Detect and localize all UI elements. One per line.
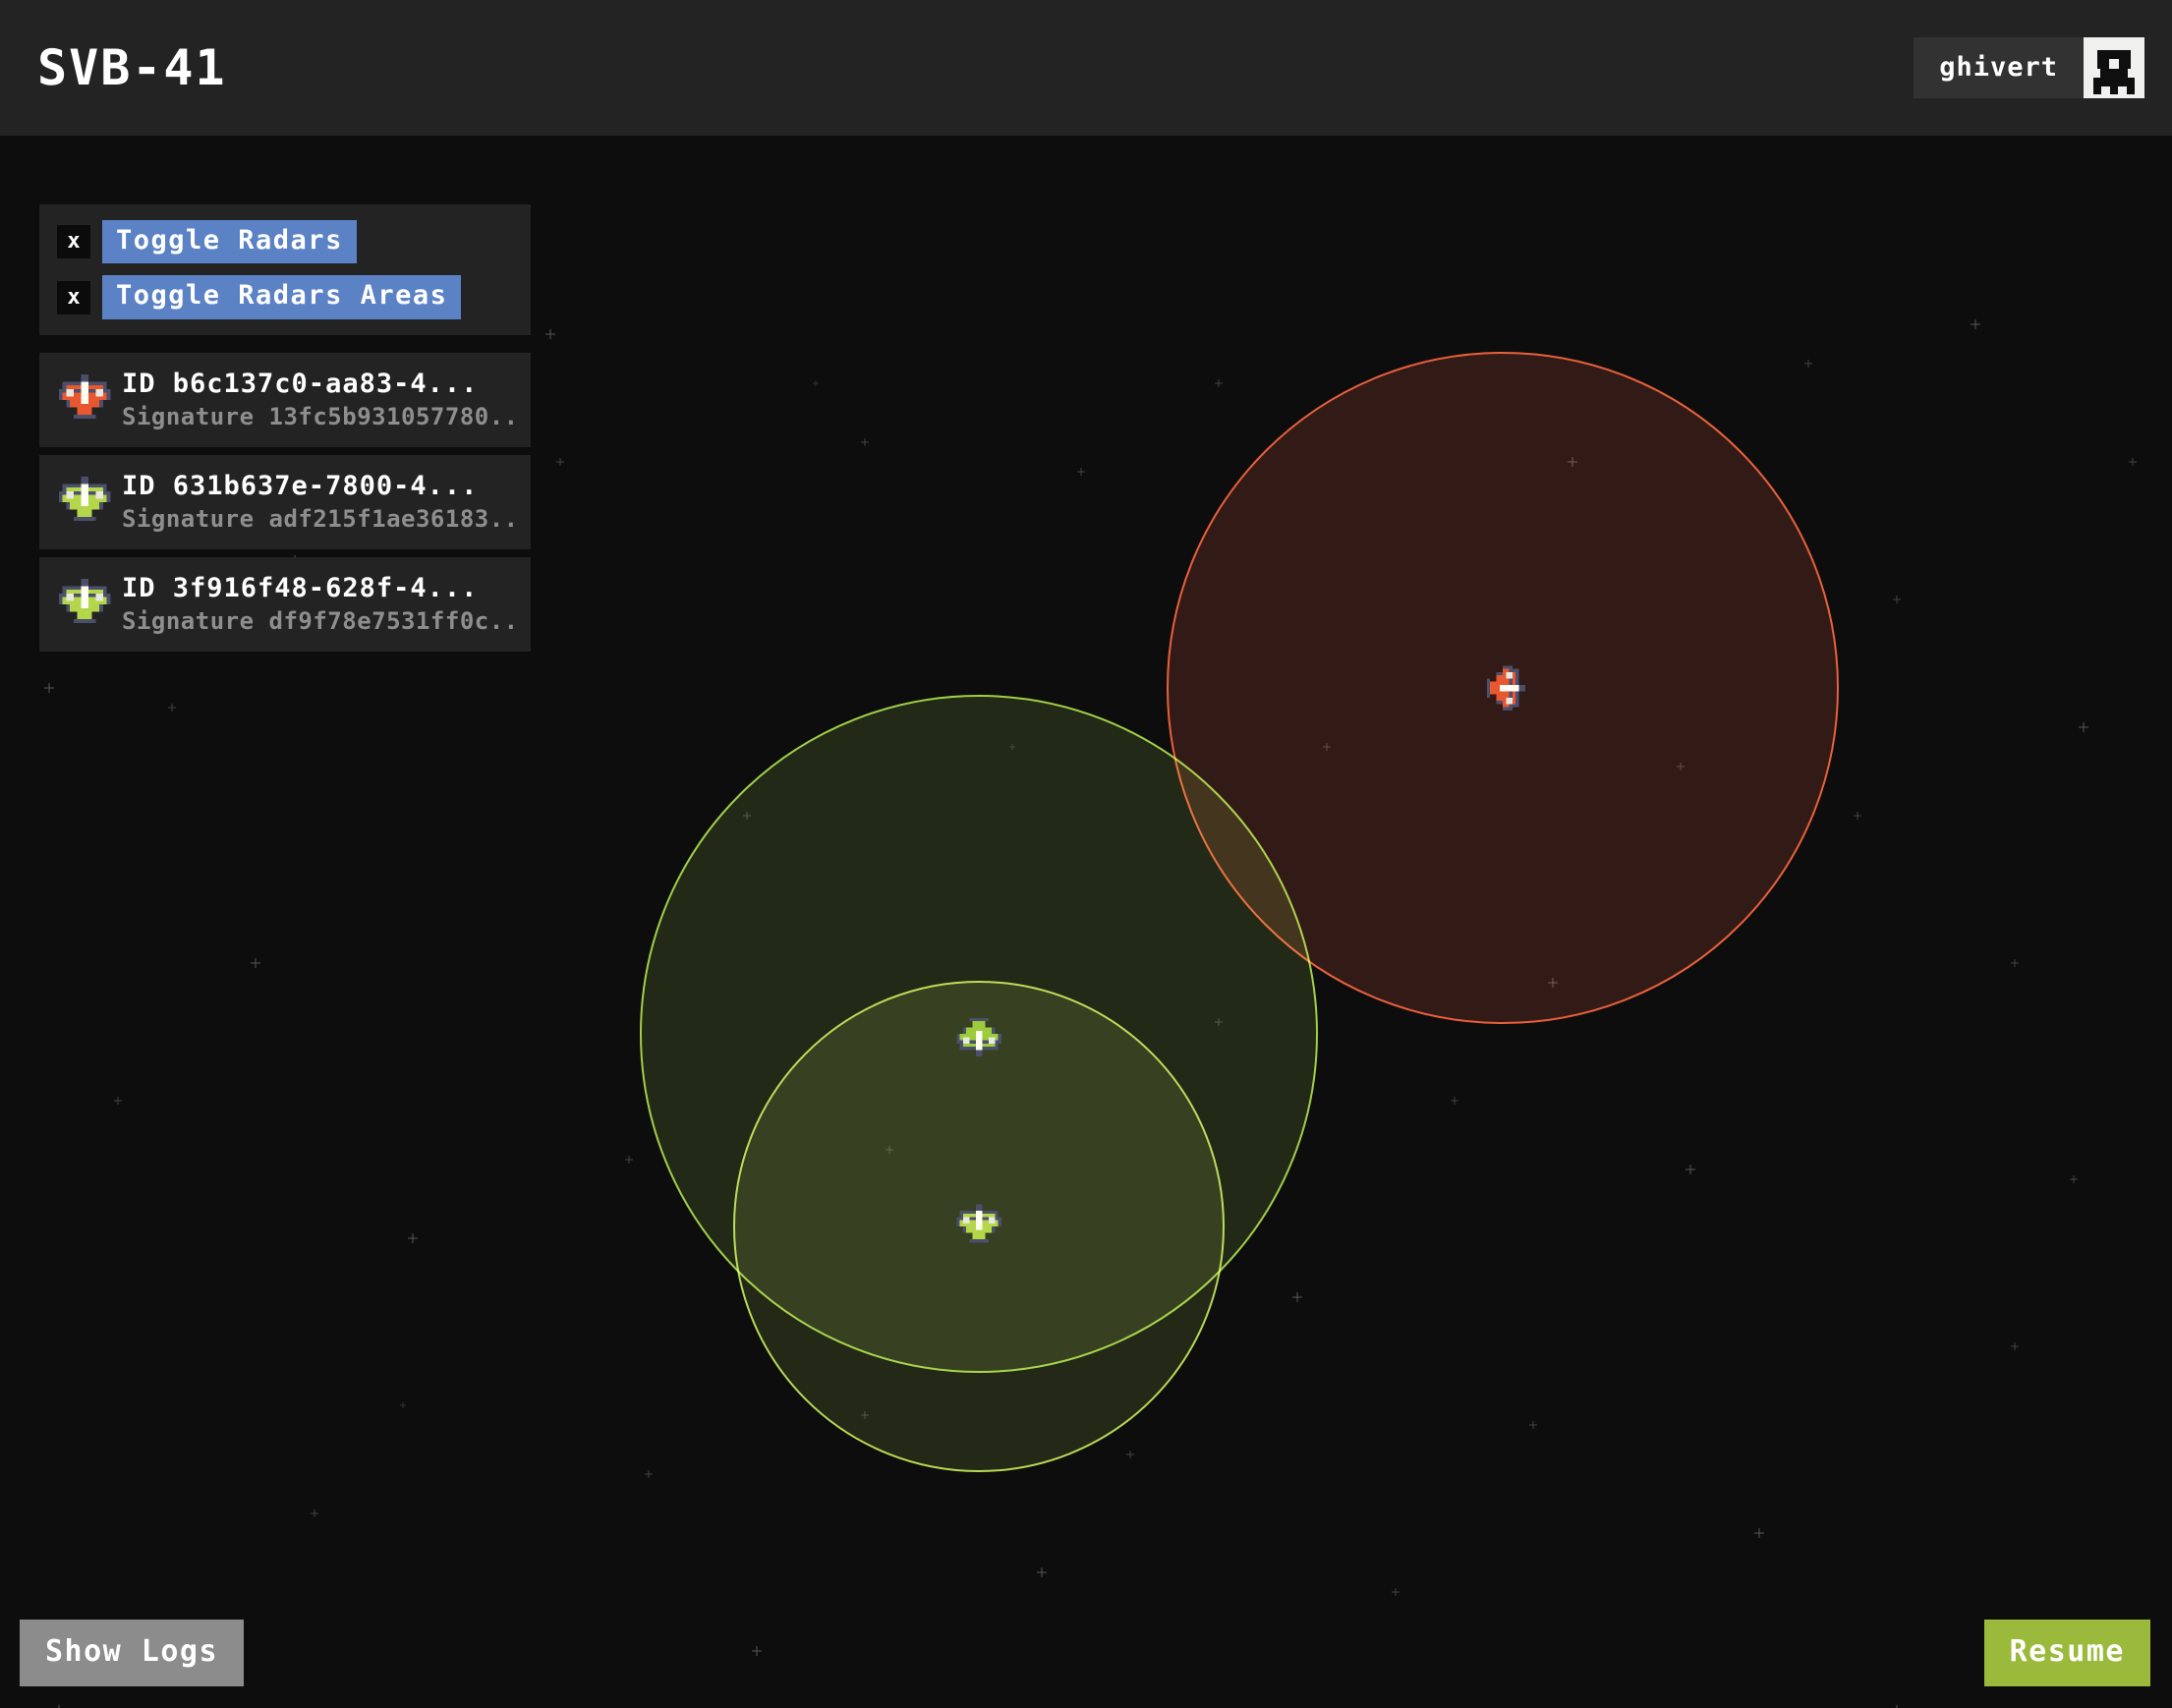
- radar-item-id: ID 631b637e-7800-4...: [122, 471, 479, 502]
- star: [1451, 1097, 1458, 1105]
- radar-item-text: ID 631b637e-7800-4... Signature adf215f1a…: [122, 471, 517, 533]
- checkbox-toggle-radars-areas[interactable]: x: [57, 280, 90, 314]
- toggle-row-radars-areas[interactable]: x Toggle Radars Areas: [57, 275, 513, 319]
- star: [556, 458, 564, 466]
- star: [2070, 1175, 2078, 1183]
- user-name: ghivert: [1939, 52, 2058, 83]
- star: [400, 1402, 406, 1408]
- ship-marker-green-1[interactable]: [953, 1008, 1004, 1059]
- star: [44, 683, 54, 693]
- star: [1529, 1421, 1537, 1429]
- radar-list-item[interactable]: ID 3f916f48-628f-4... Signature df9f78e75…: [39, 556, 531, 652]
- star: [1126, 1451, 1134, 1458]
- star: [1215, 379, 1223, 387]
- ship-icon-green: [55, 473, 114, 532]
- radar-item-id: ID 3f916f48-628f-4...: [122, 573, 479, 604]
- star: [1292, 1292, 1302, 1302]
- radar-item-signature: Signature 13fc5b931057780...: [122, 403, 517, 431]
- star: [1754, 1528, 1764, 1538]
- toggle-radars-areas-button[interactable]: Toggle Radars Areas: [102, 275, 462, 319]
- star: [1037, 1567, 1047, 1577]
- star: [1686, 1165, 1695, 1174]
- star: [1077, 468, 1085, 476]
- star: [2011, 1342, 2019, 1350]
- resume-button[interactable]: Resume: [1983, 1620, 2150, 1686]
- top-bar: SVB-41 ghivert: [0, 0, 2172, 138]
- star: [752, 1646, 762, 1656]
- radar-list-item[interactable]: ID b6c137c0-aa83-4... Signature 13fc5b931…: [39, 352, 531, 447]
- hud-panel: x Toggle Radars x Toggle Radars Areas ID…: [39, 204, 531, 652]
- star: [1893, 596, 1901, 603]
- ship-marker-green-2[interactable]: [953, 1201, 1004, 1252]
- star: [1392, 1588, 1400, 1596]
- radar-item-text: ID 3f916f48-628f-4... Signature df9f78e75…: [122, 573, 517, 635]
- radar-item-signature: Signature adf215f1ae36183...: [122, 505, 517, 534]
- star: [1804, 360, 1812, 368]
- star: [1971, 319, 1980, 329]
- user-chip[interactable]: ghivert: [1914, 37, 2144, 98]
- star: [545, 329, 555, 339]
- star: [408, 1233, 418, 1243]
- ship-icon-red: [55, 370, 114, 429]
- star: [1854, 812, 1861, 820]
- ship-marker-red[interactable]: [1477, 662, 1528, 713]
- radar-item-signature: Signature df9f78e7531ff0c...: [122, 607, 517, 636]
- star: [251, 958, 260, 968]
- checkbox-toggle-radars[interactable]: x: [57, 225, 90, 259]
- star: [645, 1470, 653, 1478]
- page-title: SVB-41: [37, 39, 227, 96]
- show-logs-button[interactable]: Show Logs: [20, 1620, 245, 1686]
- star: [168, 704, 176, 712]
- star: [2011, 959, 2019, 967]
- star: [861, 438, 869, 446]
- toggle-panel: x Toggle Radars x Toggle Radars Areas: [39, 204, 531, 335]
- radar-list-item[interactable]: ID 631b637e-7800-4... Signature adf215f1a…: [39, 454, 531, 549]
- star: [813, 380, 819, 386]
- ship-icon-green: [55, 575, 114, 634]
- star: [114, 1097, 122, 1105]
- toggle-row-radars[interactable]: x Toggle Radars: [57, 220, 513, 264]
- identicon-avatar-icon: [2084, 37, 2144, 98]
- toggle-radars-button[interactable]: Toggle Radars: [102, 220, 357, 264]
- star: [625, 1156, 633, 1164]
- radar-list: ID b6c137c0-aa83-4... Signature 13fc5b931…: [39, 352, 531, 652]
- star: [2079, 722, 2088, 732]
- star: [2129, 458, 2137, 466]
- radar-item-id: ID b6c137c0-aa83-4...: [122, 369, 479, 400]
- game-screen: SVB-41 ghivert x Toggle Radars x Toggle …: [0, 0, 2172, 1708]
- star: [311, 1509, 318, 1517]
- radar-item-text: ID b6c137c0-aa83-4... Signature 13fc5b931…: [122, 369, 517, 430]
